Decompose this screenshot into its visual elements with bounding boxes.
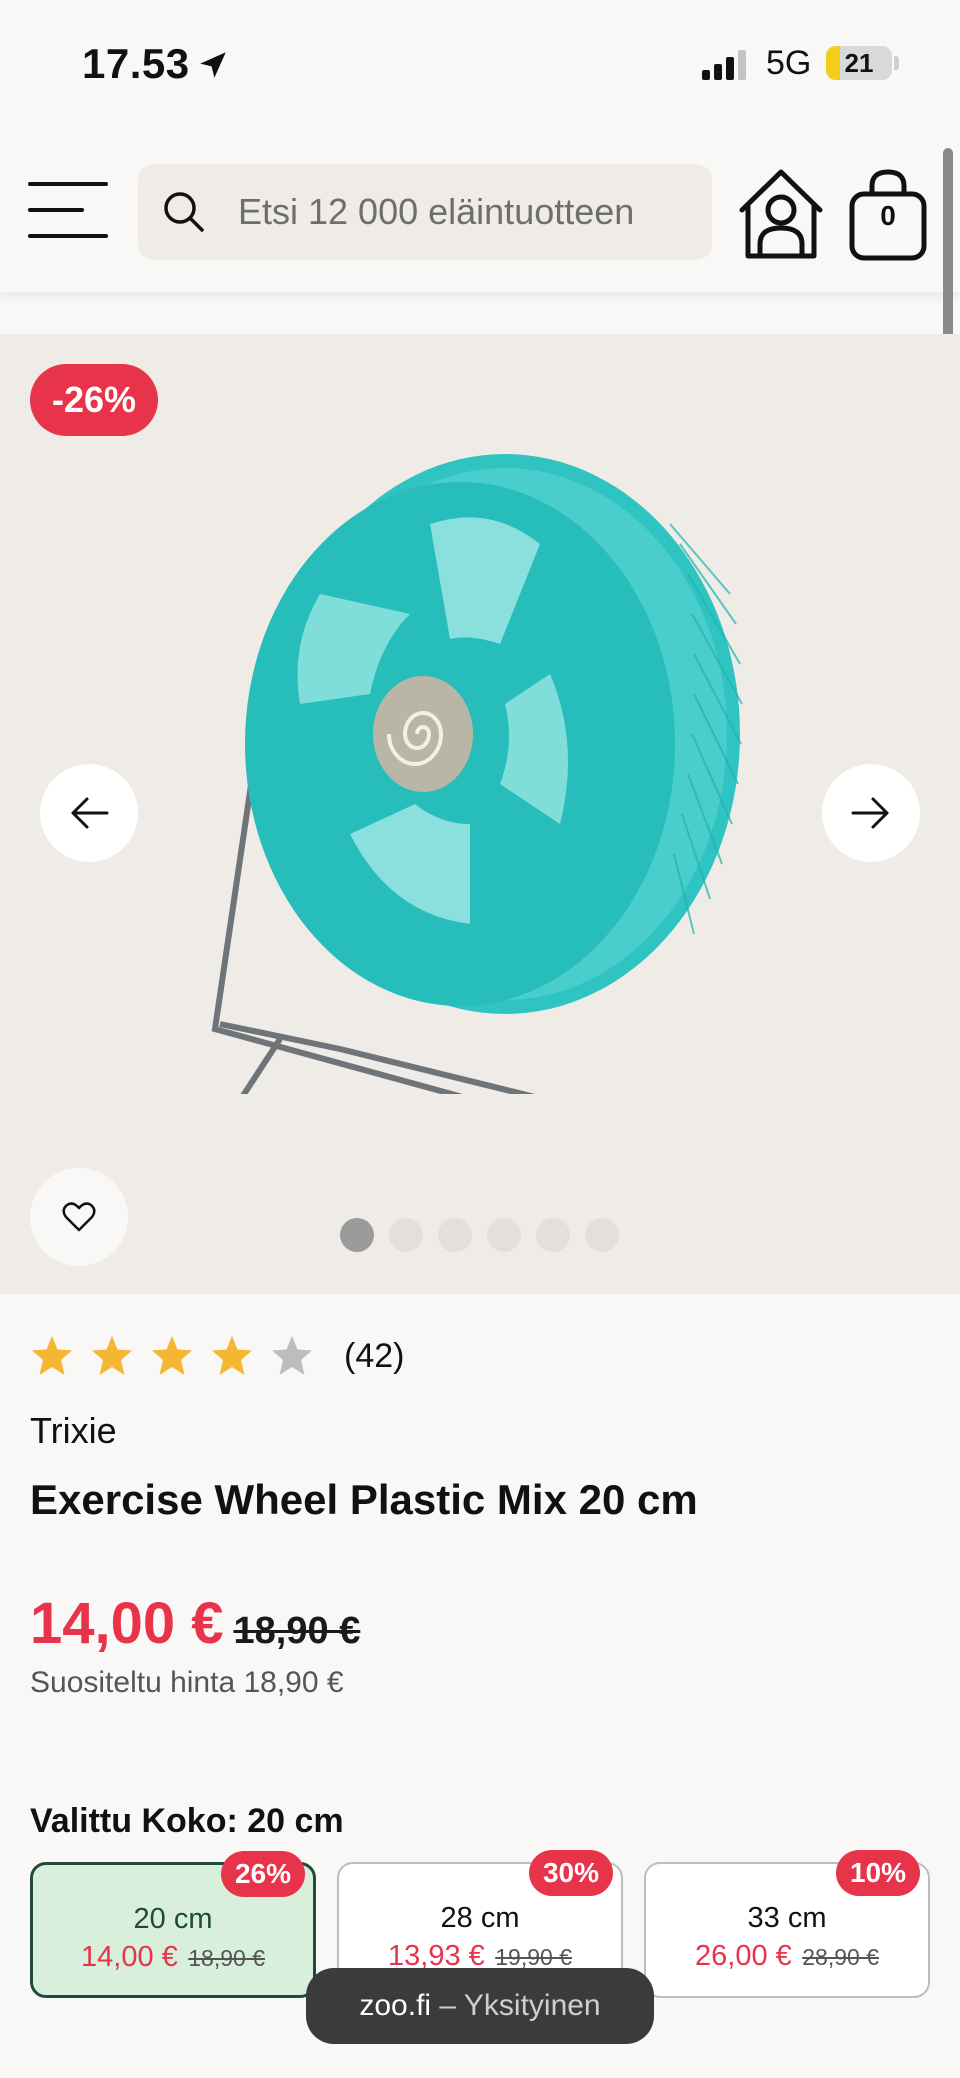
selected-size-label: Valittu Koko: 20 cm [30, 1802, 344, 1840]
gallery-dot[interactable] [585, 1218, 619, 1252]
menu-button[interactable] [28, 182, 108, 238]
recommended-price: Suositeltu hinta 18,90 € [30, 1666, 344, 1699]
star-filled-icon [92, 1336, 132, 1375]
cart-count: 0 [880, 200, 896, 231]
gallery-pagination [340, 1218, 619, 1252]
favorite-button[interactable] [30, 1168, 128, 1266]
status-time: 17.53 [82, 40, 190, 87]
review-count[interactable]: (42) [344, 1337, 404, 1376]
gallery-dot[interactable] [487, 1218, 521, 1252]
menu-line [28, 208, 84, 212]
product-rating[interactable]: (42) [30, 1332, 404, 1380]
star-empty-icon [272, 1336, 312, 1375]
star-filled-icon [152, 1336, 192, 1375]
arrow-right-icon [851, 797, 889, 829]
variant-discount-badge: 10% [835, 1850, 920, 1896]
search-icon [164, 192, 204, 232]
discount-badge: -26% [30, 364, 158, 436]
browser-domain: zoo.fi [359, 1989, 432, 2022]
variant-current-price: 14,00 € [81, 1941, 178, 1973]
gallery-dot[interactable] [389, 1218, 423, 1252]
browser-address-pill[interactable]: zoo.fi – Yksityinen [306, 1968, 654, 2044]
cellular-signal-icon [702, 50, 746, 80]
size-option-33cm[interactable]: 10% 33 cm 26,00 € 28,90 € [644, 1850, 930, 1998]
original-price: 18,90 € [233, 1610, 361, 1652]
price-row: 14,00 € 18,90 € [30, 1590, 360, 1657]
rating-stars [30, 1334, 330, 1378]
star-filled-icon [212, 1336, 252, 1375]
variant-prices: 14,00 € 18,90 € [33, 1941, 313, 1974]
product-title: Exercise Wheel Plastic Mix 20 cm [30, 1476, 698, 1523]
battery-icon: 21 [826, 46, 892, 80]
variant-size: 28 cm [440, 1902, 520, 1934]
product-image [211, 454, 743, 1094]
network-type: 5G [766, 44, 812, 82]
site-header: 0 [0, 130, 960, 292]
cart-button[interactable]: 0 [848, 168, 928, 262]
gallery-dot[interactable] [340, 1218, 374, 1252]
size-option-20cm[interactable]: 26% 20 cm 14,00 € 18,90 € [30, 1851, 316, 1998]
variant-prices: 26,00 € 28,90 € [646, 1940, 928, 1973]
gallery-next-button[interactable] [822, 764, 920, 862]
product-brand[interactable]: Trixie [30, 1410, 117, 1452]
gallery-prev-button[interactable] [40, 764, 138, 862]
product-gallery[interactable]: -26% [0, 334, 960, 1294]
search-input[interactable] [238, 164, 698, 260]
battery-cap [894, 56, 899, 70]
variant-discount-badge: 26% [220, 1851, 305, 1897]
heart-icon [62, 1202, 96, 1232]
star-filled-icon [32, 1336, 72, 1375]
gallery-dot[interactable] [536, 1218, 570, 1252]
account-house-icon[interactable] [736, 166, 826, 262]
variant-original-price: 19,90 € [495, 1944, 572, 1970]
location-arrow-icon [200, 52, 226, 78]
current-price: 14,00 € [30, 1591, 224, 1656]
battery-percent: 21 [844, 48, 874, 78]
variant-discount-badge: 30% [528, 1850, 613, 1896]
search-bar[interactable] [138, 164, 712, 260]
variant-original-price: 28,90 € [802, 1944, 879, 1970]
variant-size: 33 cm [747, 1902, 827, 1934]
arrow-left-icon [71, 797, 109, 829]
variant-current-price: 26,00 € [695, 1940, 792, 1972]
status-bar: 17.53 5G 21 [0, 0, 960, 130]
browser-mode: – Yksityinen [431, 1989, 601, 2022]
variant-size: 20 cm [133, 1903, 213, 1935]
variant-original-price: 18,90 € [188, 1945, 265, 1971]
gallery-dot[interactable] [438, 1218, 472, 1252]
menu-line [28, 234, 108, 238]
menu-line [28, 182, 108, 186]
